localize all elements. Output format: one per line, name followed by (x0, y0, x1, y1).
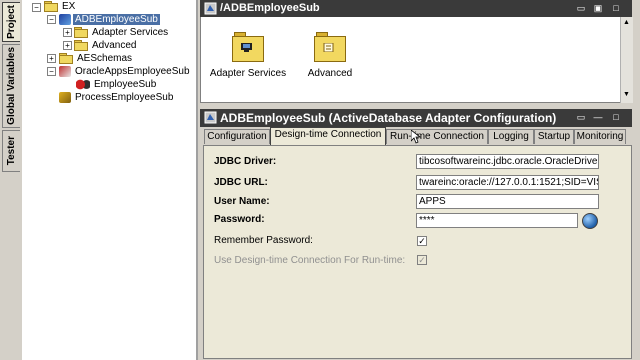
tree-node-adbemployeesub[interactable]: ADBEmployeeSub (59, 13, 160, 26)
tree-node-adapter-services[interactable]: Adapter Services (74, 26, 170, 39)
design-time-connection-form: JDBC Driver: tibcosoftwareinc.jdbc.oracl… (203, 145, 632, 359)
use-designtime-label: Use Design-time Connection For Run-time: (214, 255, 406, 266)
scroll-down-icon[interactable]: ▼ (623, 91, 630, 98)
collapse-oracleapps-toggle[interactable]: − (47, 67, 56, 76)
top-panel-title: /ADBEmployeeSub (220, 2, 320, 14)
config-panel-title: ADBEmployeeSub (ActiveDatabase Adapter C… (220, 111, 557, 125)
mouse-cursor-icon (411, 130, 421, 144)
tab-label: Startup (537, 131, 571, 142)
tree-node-label: Advanced (92, 40, 137, 51)
collapse-adbemployeesub-toggle[interactable]: − (47, 15, 56, 24)
tree-node-root[interactable]: EX (44, 0, 77, 13)
expand-advanced-toggle[interactable]: + (63, 41, 72, 50)
tab-label: Run-time Connection (390, 131, 484, 142)
user-name-label: User Name: (214, 196, 270, 207)
properties-icon[interactable]: ▭ (576, 112, 586, 122)
tab-design-time-connection[interactable]: Design-time Connection (270, 127, 386, 145)
tree-node-oracleappsemployeesub[interactable]: OracleAppsEmployeeSub (59, 65, 192, 78)
tree-node-label: Adapter Services (92, 27, 169, 38)
adapter-services-folder-icon (232, 32, 264, 62)
process-icon (59, 92, 71, 103)
jdbc-driver-label: JDBC Driver: (214, 156, 277, 167)
folder-icon (59, 53, 73, 64)
tree-node-label: EX (62, 1, 76, 12)
tab-project[interactable]: Project (2, 2, 20, 42)
tree-node-label: OracleAppsEmployeeSub (75, 66, 190, 77)
project-tree: − EX − ADBEmployeeSub + Adapter Services… (22, 0, 198, 360)
folder-icon (44, 1, 58, 12)
tab-label: Monitoring (576, 131, 624, 142)
maximize-icon[interactable]: ▣ (593, 3, 603, 13)
tab-logging[interactable]: Logging (488, 129, 534, 144)
tab-run-time-connection[interactable]: Run-time Connection (386, 129, 488, 144)
password-label: Password: (214, 214, 265, 225)
expand-aeschemas-toggle[interactable]: + (47, 54, 56, 63)
tab-label: Configuration (207, 131, 267, 142)
password-field[interactable]: **** (416, 213, 578, 228)
expand-adapter-services-toggle[interactable]: + (63, 28, 72, 37)
tab-tester-label: Tester (6, 136, 17, 166)
user-name-field[interactable]: APPS (416, 194, 599, 209)
top-panel-header: /ADBEmployeeSub ▭ ▣ □ (200, 0, 632, 17)
tree-node-processemployeesub[interactable]: ProcessEmployeeSub (59, 91, 175, 104)
tab-tester[interactable]: Tester (2, 130, 20, 172)
adapter-config-icon (59, 14, 71, 25)
tree-node-label: ADBEmployeeSub (73, 14, 160, 25)
properties-icon[interactable]: ▭ (576, 3, 586, 13)
tree-node-label: EmployeeSub (94, 79, 157, 90)
tree-node-employeesub[interactable]: EmployeeSub (76, 78, 158, 91)
advanced-folder-icon (314, 32, 346, 62)
adapter-icon (204, 111, 217, 124)
collapse-root-toggle[interactable]: − (32, 3, 41, 12)
adapter-services-label: Adapter Services (209, 68, 287, 79)
tab-label: Logging (493, 131, 529, 142)
config-panel-header: ADBEmployeeSub (ActiveDatabase Adapter C… (200, 109, 632, 127)
tab-project-label: Project (6, 5, 17, 39)
tab-label: Design-time Connection (274, 129, 382, 140)
tab-global-variables-label: Global Variables (6, 47, 17, 125)
jdbc-driver-field[interactable]: tibcosoftwareinc.jdbc.oracle.OracleDrive… (416, 154, 599, 169)
folder-icon (74, 40, 88, 51)
tab-configuration[interactable]: Configuration (204, 129, 270, 144)
tree-node-advanced[interactable]: Advanced (74, 39, 138, 52)
folder-icon (74, 27, 88, 38)
adapter-icon (204, 2, 217, 15)
test-connection-globe-icon[interactable] (582, 213, 598, 229)
subscriber-icon (76, 79, 90, 90)
scroll-up-icon[interactable]: ▲ (623, 19, 630, 26)
adapter-services-item[interactable]: Adapter Services (208, 32, 288, 79)
advanced-item[interactable]: Advanced (290, 32, 370, 79)
tab-monitoring[interactable]: Monitoring (574, 129, 626, 144)
use-designtime-checkbox: ✓ (417, 255, 427, 265)
tree-node-aeschemas[interactable]: AESchemas (59, 52, 134, 65)
tab-startup[interactable]: Startup (534, 129, 574, 144)
jdbc-url-field[interactable]: twareinc:oracle://127.0.0.1:1521;SID=VIS (416, 175, 599, 190)
vertical-scrollbar[interactable]: ▲ ▼ (620, 17, 633, 103)
minimize-icon[interactable]: — (593, 112, 603, 122)
advanced-label: Advanced (307, 68, 353, 79)
remember-password-checkbox[interactable]: ✓ (417, 236, 427, 246)
jdbc-url-label: JDBC URL: (214, 177, 268, 188)
resource-view: Adapter Services Advanced (200, 17, 622, 103)
restore-icon[interactable]: □ (611, 3, 621, 13)
tree-node-label: ProcessEmployeeSub (75, 92, 174, 103)
adapter-config-icon (59, 66, 71, 77)
side-tab-strip: Project Global Variables Tester (0, 0, 23, 360)
remember-password-label: Remember Password: (214, 235, 313, 246)
tree-node-label: AESchemas (77, 53, 133, 64)
tab-global-variables[interactable]: Global Variables (2, 44, 20, 128)
restore-icon[interactable]: □ (611, 112, 621, 122)
